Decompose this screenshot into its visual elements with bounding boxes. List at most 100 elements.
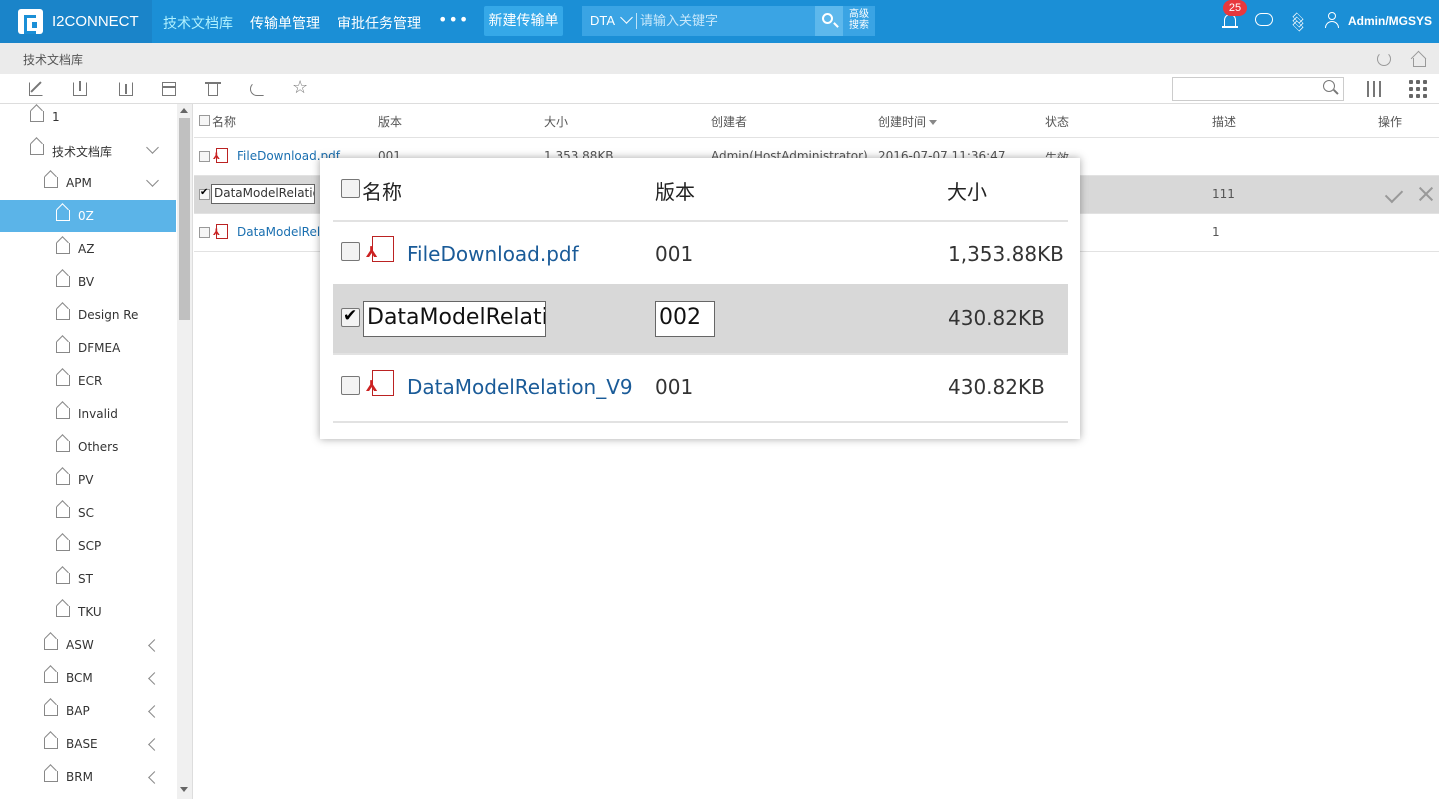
- chevron-down-icon[interactable]: [146, 141, 159, 154]
- sidebar-item[interactable]: DFMEA: [0, 332, 176, 364]
- sidebar-item[interactable]: 0Z: [0, 200, 176, 232]
- pdf-file-icon: ⅄: [213, 148, 229, 163]
- sidebar-item[interactable]: 技术文档库: [0, 134, 176, 166]
- home-icon[interactable]: [1411, 52, 1426, 67]
- user-icon[interactable]: [1324, 12, 1340, 28]
- column-header-description[interactable]: 描述: [1212, 113, 1236, 130]
- scroll-down-icon[interactable]: [180, 787, 188, 792]
- select-all-checkbox[interactable]: [199, 115, 210, 126]
- table-row[interactable]: ⅄ FileDownload.pdf 001 1,353.88KB: [333, 222, 1068, 290]
- delete-icon[interactable]: [205, 81, 221, 97]
- toolbar-search-input[interactable]: [1172, 77, 1344, 101]
- file-name-link[interactable]: DataModelRelation_V9: [407, 375, 633, 399]
- nav-transfer-management[interactable]: 传输单管理: [250, 13, 320, 33]
- folder-icon: [30, 111, 44, 122]
- close-icon[interactable]: [1418, 186, 1434, 202]
- cloud-icon[interactable]: [1255, 13, 1273, 26]
- row-checkbox[interactable]: [341, 242, 360, 261]
- column-header-name[interactable]: 名称: [212, 113, 236, 130]
- pdf-file-icon: ⅄: [366, 370, 396, 396]
- name-edit-input[interactable]: DataModelRelation_V9: [363, 301, 546, 337]
- chevron-left-icon[interactable]: [148, 771, 161, 784]
- advanced-search-button[interactable]: 高级 搜索: [843, 6, 875, 36]
- search-icon[interactable]: [1323, 80, 1335, 92]
- search-input[interactable]: [640, 11, 810, 31]
- row-checkbox[interactable]: [341, 306, 360, 327]
- sidebar-item[interactable]: BASE: [0, 728, 176, 760]
- row-checkbox[interactable]: [199, 151, 210, 162]
- sidebar-item[interactable]: Invalid: [0, 398, 176, 430]
- name-edit-input[interactable]: DataModelRelation_V9: [211, 184, 315, 204]
- select-all-checkbox[interactable]: [341, 179, 360, 198]
- download-icon[interactable]: [72, 81, 88, 97]
- column-header-status[interactable]: 状态: [1045, 113, 1069, 130]
- sidebar-item[interactable]: 1: [0, 104, 176, 133]
- user-name[interactable]: Admin/MGSYS: [1348, 14, 1432, 28]
- nav-tech-doc-library[interactable]: 技术文档库: [163, 13, 233, 33]
- upload-icon[interactable]: [118, 81, 134, 97]
- sidebar-item[interactable]: BRM: [0, 761, 176, 793]
- row-checkbox[interactable]: [199, 227, 210, 238]
- column-header-created-time[interactable]: 创建时间: [878, 113, 938, 130]
- sidebar-item[interactable]: TKU: [0, 596, 176, 628]
- chevron-left-icon[interactable]: [148, 639, 161, 652]
- sidebar-item[interactable]: SCP: [0, 530, 176, 562]
- search-scope-select[interactable]: DTA: [590, 13, 615, 28]
- chevron-down-icon[interactable]: [620, 11, 633, 24]
- sidebar-item[interactable]: BV: [0, 266, 176, 298]
- sidebar-item[interactable]: SC: [0, 497, 176, 529]
- table-row[interactable]: ⅄ DataModelRelation_V9 001 430.82KB: [333, 355, 1068, 423]
- sidebar-item[interactable]: ASW: [0, 629, 176, 661]
- sidebar-item[interactable]: BCM: [0, 662, 176, 694]
- file-name-link[interactable]: DataModelRelation_V9: [237, 225, 321, 239]
- breadcrumb[interactable]: 技术文档库: [23, 51, 83, 68]
- grid-view-icon[interactable]: [1409, 80, 1427, 98]
- sidebar-item[interactable]: APM: [0, 167, 176, 199]
- sidebar-item[interactable]: PV: [0, 464, 176, 496]
- chevron-down-icon[interactable]: [146, 174, 159, 187]
- sidebar-item[interactable]: ECR: [0, 365, 176, 397]
- more-menu-icon[interactable]: •••: [438, 10, 469, 29]
- sidebar-item-label: 0Z: [78, 209, 94, 223]
- folder-icon: [56, 408, 70, 419]
- column-header-name[interactable]: 名称: [362, 176, 402, 205]
- sidebar-item[interactable]: Others: [0, 431, 176, 463]
- chevron-left-icon[interactable]: [148, 738, 161, 751]
- edit-icon[interactable]: [28, 81, 44, 97]
- column-header-version[interactable]: 版本: [655, 176, 695, 205]
- sidebar-item[interactable]: Design Re: [0, 299, 176, 331]
- columns-icon[interactable]: [1366, 81, 1382, 97]
- new-transfer-button[interactable]: 新建传输单: [484, 6, 563, 36]
- sidebar-item[interactable]: ST: [0, 563, 176, 595]
- sidebar-item-label: SCP: [78, 539, 102, 553]
- column-header-version[interactable]: 版本: [378, 113, 402, 130]
- archive-icon[interactable]: [161, 81, 177, 97]
- search-button[interactable]: [815, 6, 843, 36]
- column-header-size[interactable]: 大小: [544, 113, 568, 130]
- chevron-left-icon[interactable]: [148, 672, 161, 685]
- layers-icon[interactable]: [1290, 12, 1306, 32]
- file-name-link[interactable]: FileDownload.pdf: [407, 242, 579, 266]
- folder-icon: [30, 144, 44, 155]
- version-edit-input[interactable]: 002: [655, 301, 715, 337]
- column-header-size[interactable]: 大小: [947, 176, 987, 205]
- row-checkbox[interactable]: [199, 187, 210, 200]
- refresh-icon[interactable]: [1377, 52, 1391, 66]
- star-icon[interactable]: ☆: [292, 77, 308, 98]
- row-checkbox[interactable]: [341, 376, 360, 395]
- folder-icon: [56, 276, 70, 287]
- column-header-creator[interactable]: 创建者: [711, 113, 747, 130]
- table-row-editing[interactable]: DataModelRelation_V9 002 430.82KB: [333, 284, 1068, 355]
- search-icon: [822, 13, 833, 24]
- sort-desc-icon: [929, 120, 938, 125]
- sidebar-item[interactable]: BAP: [0, 695, 176, 727]
- share-icon[interactable]: [249, 81, 265, 97]
- logo[interactable]: I2CONNECT: [0, 0, 152, 43]
- confirm-icon[interactable]: [1384, 186, 1404, 202]
- nav-approval-task-management[interactable]: 审批任务管理: [337, 13, 421, 33]
- chevron-left-icon[interactable]: [148, 705, 161, 718]
- description-cell: 111: [1212, 187, 1235, 201]
- sidebar-item[interactable]: AZ: [0, 233, 176, 265]
- scroll-up-icon[interactable]: [180, 108, 188, 113]
- sidebar-scrollbar-thumb[interactable]: [179, 118, 190, 320]
